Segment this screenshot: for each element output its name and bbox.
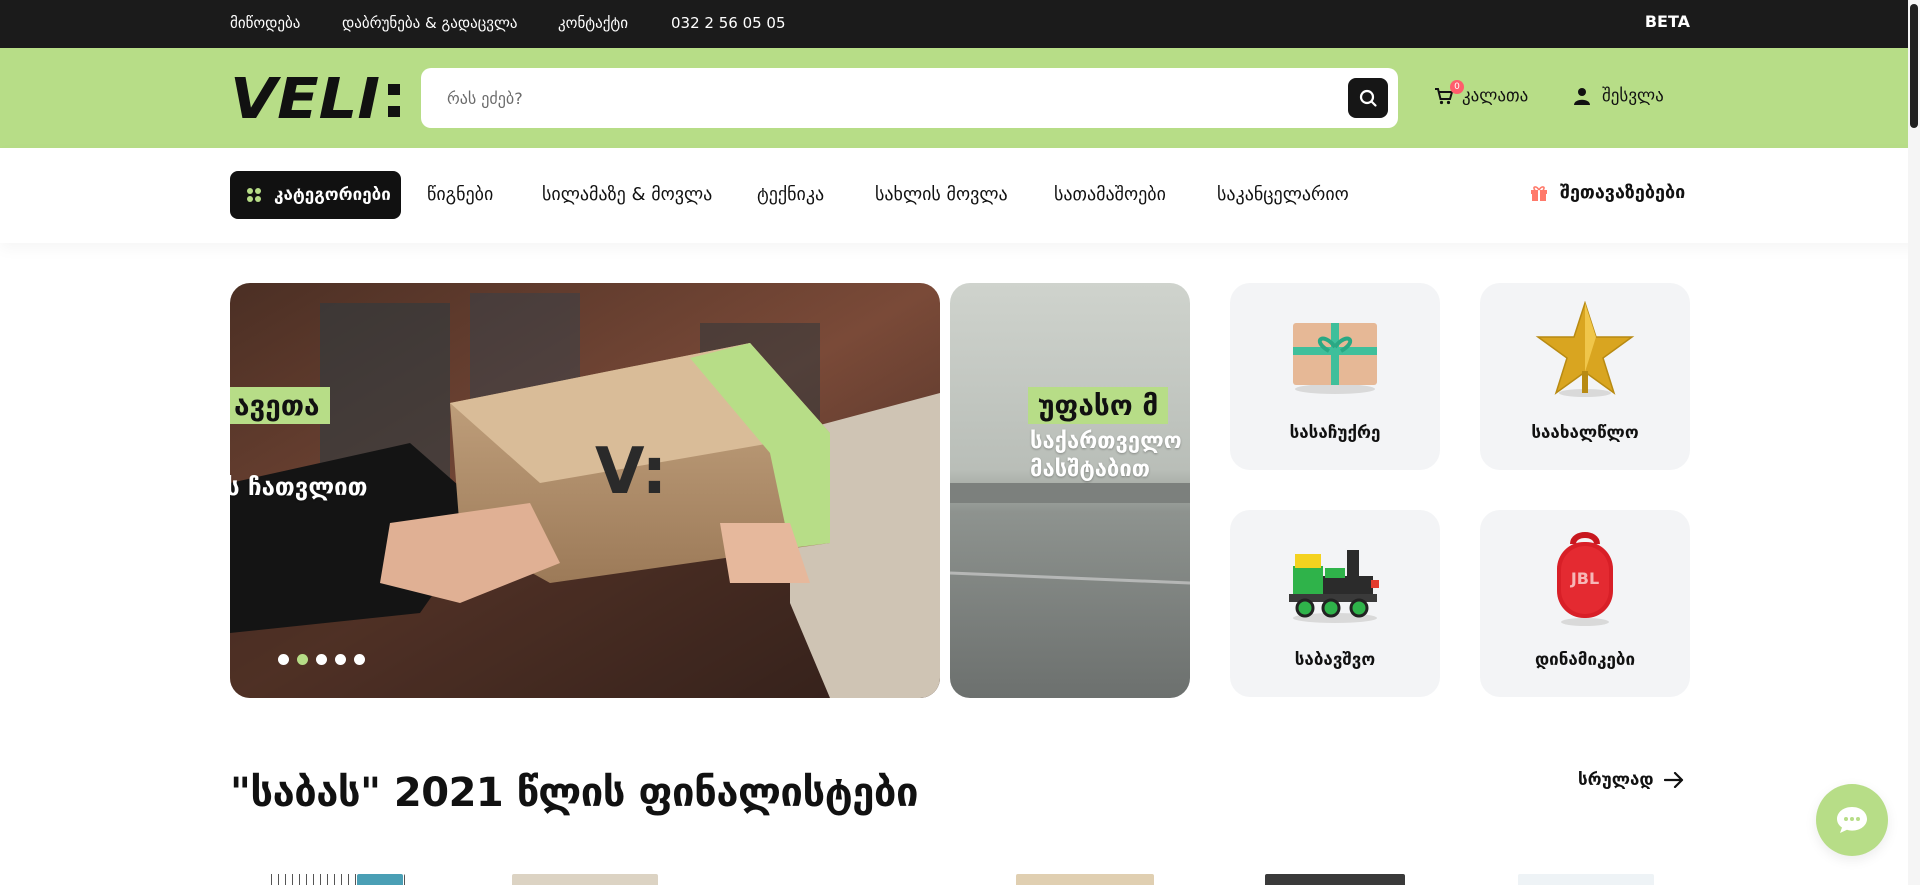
delivery-link[interactable]: მიწოდება bbox=[230, 14, 300, 32]
beta-badge: BETA bbox=[1644, 12, 1690, 31]
nav-item-toys[interactable]: სათამაშოები bbox=[1054, 184, 1166, 205]
category-nav: კატეგორიები წიგნები სილამაზე & მოვლა ტექ… bbox=[0, 148, 1920, 243]
tile-label: საახალწლო bbox=[1531, 423, 1639, 443]
see-all-label: სრულად bbox=[1578, 770, 1654, 790]
search-input[interactable] bbox=[447, 68, 1307, 128]
contact-link[interactable]: კონტაქტი bbox=[558, 14, 628, 32]
see-all-link[interactable]: სრულად bbox=[1578, 770, 1684, 790]
offers-link[interactable]: შეთავაზებები bbox=[1530, 182, 1685, 203]
nav-item-stationery[interactable]: საკანცელარიო bbox=[1217, 184, 1349, 205]
carousel-dot[interactable] bbox=[335, 654, 346, 665]
hero-banner-secondary[interactable]: უფასო მ საქართველო მასშტაბით bbox=[950, 283, 1190, 698]
page-scrollbar[interactable] bbox=[1908, 0, 1920, 885]
veli-logo[interactable]: VELI bbox=[230, 70, 406, 124]
carousel-dots bbox=[278, 654, 365, 665]
road-image bbox=[950, 283, 1190, 698]
login-button[interactable]: შესვლა bbox=[1574, 86, 1664, 106]
phone-link[interactable]: 032 2 56 05 05 bbox=[671, 14, 786, 32]
tile-speakers[interactable]: JBL დინამიკები bbox=[1480, 510, 1690, 697]
hero-banner[interactable]: V: ავეთა ს ჩათვლით bbox=[230, 283, 940, 698]
tile-kids[interactable]: საბავშვო bbox=[1230, 510, 1440, 697]
carousel-dot-active[interactable] bbox=[297, 654, 308, 665]
secondary-line2: მასშტაბით bbox=[1030, 457, 1150, 482]
tile-label: სასაჩუქრე bbox=[1289, 423, 1381, 443]
cart-count-badge: 0 bbox=[1450, 80, 1464, 94]
secondary-line1: საქართველო bbox=[1030, 429, 1182, 454]
offers-label: შეთავაზებები bbox=[1560, 182, 1686, 203]
header: VELI 0 კალათა შესვლა bbox=[0, 48, 1920, 148]
product-thumbnail[interactable] bbox=[1265, 874, 1405, 885]
tile-label: საბავშვო bbox=[1294, 650, 1376, 670]
section-title: "საბას" 2021 წლის ფინალისტები bbox=[230, 770, 918, 816]
categories-button[interactable]: კატეგორიები bbox=[230, 171, 401, 219]
search-button[interactable] bbox=[1348, 78, 1388, 118]
scrollbar-thumb[interactable] bbox=[1910, 4, 1918, 128]
tile-label: დინამიკები bbox=[1534, 650, 1636, 670]
nav-item-books[interactable]: წიგნები bbox=[427, 184, 493, 205]
box-mark: V: bbox=[595, 435, 667, 509]
nav-item-beauty[interactable]: სილამაზე & მოვლა bbox=[542, 184, 712, 205]
toy-train-icon bbox=[1289, 550, 1379, 623]
product-thumbnail[interactable] bbox=[357, 874, 403, 885]
nav-item-tech[interactable]: ტექნიკა bbox=[757, 184, 824, 205]
chat-button[interactable] bbox=[1816, 784, 1888, 856]
cart-label: კალათა bbox=[1462, 86, 1529, 106]
categories-label: კატეგორიები bbox=[274, 185, 391, 205]
secondary-tag: უფასო მ bbox=[1028, 387, 1169, 424]
product-thumbnail[interactable] bbox=[1016, 874, 1154, 885]
speaker-icon: JBL bbox=[1557, 532, 1613, 626]
hero-tag: ავეთა bbox=[230, 387, 330, 424]
chat-icon bbox=[1837, 807, 1867, 833]
search-icon bbox=[1359, 89, 1377, 107]
login-label: შესვლა bbox=[1602, 86, 1664, 106]
cart-button[interactable]: 0 კალათა bbox=[1434, 80, 1529, 106]
carousel-dot[interactable] bbox=[278, 654, 289, 665]
svg-text:VELI: VELI bbox=[230, 70, 380, 124]
speaker-brand: JBL bbox=[1570, 569, 1599, 588]
returns-link[interactable]: დაბრუნება & გადაცვლა bbox=[342, 14, 518, 32]
nav-item-home[interactable]: სახლის მოვლა bbox=[875, 184, 1008, 205]
top-bar: მიწოდება დაბრუნება & გადაცვლა კონტაქტი 0… bbox=[0, 0, 1920, 48]
star-icon bbox=[1535, 301, 1635, 397]
carousel-dot[interactable] bbox=[316, 654, 327, 665]
user-icon bbox=[1574, 88, 1590, 105]
gift-icon bbox=[1531, 185, 1547, 201]
product-thumbnail[interactable] bbox=[512, 874, 658, 885]
tile-new-year[interactable]: საახალწლო bbox=[1480, 283, 1690, 470]
hero-subtitle: ს ჩათვლით bbox=[230, 473, 368, 501]
gift-icon bbox=[1293, 323, 1377, 394]
tile-gifts[interactable]: სასაჩუქრე bbox=[1230, 283, 1440, 470]
carousel-dot[interactable] bbox=[354, 654, 365, 665]
grid-icon bbox=[247, 188, 261, 202]
product-thumbnail[interactable] bbox=[1518, 874, 1654, 885]
arrow-right-icon bbox=[1663, 772, 1683, 788]
search-bar bbox=[421, 68, 1398, 128]
